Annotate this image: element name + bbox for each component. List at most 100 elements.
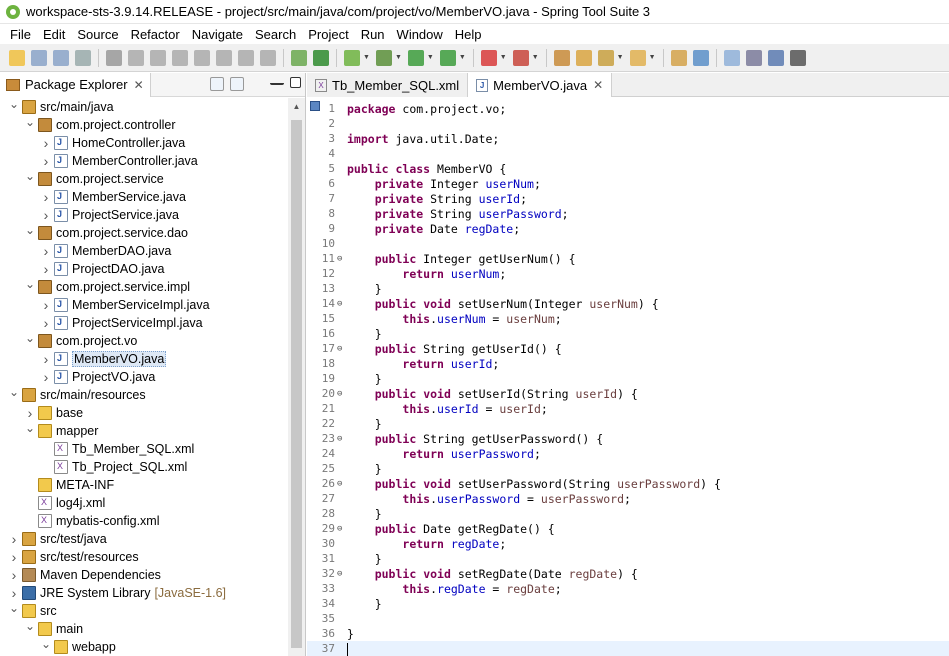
tab-package-explorer[interactable]: Package Explorer ✕ xyxy=(0,72,151,97)
highlight-icon[interactable] xyxy=(723,49,740,66)
tab-membervo-java[interactable]: J MemberVO.java ✕ xyxy=(468,73,613,97)
tree-item[interactable]: › ProjectServiceImpl.java xyxy=(0,314,288,332)
debug-icon[interactable] xyxy=(375,49,392,66)
scrollbar-thumb[interactable] xyxy=(291,120,302,648)
fold-toggle-icon[interactable]: ⊖ xyxy=(337,389,347,399)
search-icon[interactable] xyxy=(670,49,687,66)
stop-icon[interactable] xyxy=(480,49,497,66)
tree-item[interactable]: › ProjectVO.java xyxy=(0,368,288,386)
chevron-down-icon[interactable]: ⌄ xyxy=(24,619,36,633)
external-tools-icon[interactable] xyxy=(439,49,456,66)
chevron-down-icon[interactable]: ⌄ xyxy=(24,169,36,183)
step-return-icon[interactable] xyxy=(260,49,276,66)
chevron-right-icon[interactable]: › xyxy=(8,585,20,601)
chevron-down-icon[interactable]: ⌄ xyxy=(8,98,20,111)
view-menu-icon[interactable] xyxy=(250,77,264,91)
tree-item[interactable]: › Maven Dependencies xyxy=(0,566,288,584)
chevron-down-icon[interactable]: ⌄ xyxy=(24,277,36,291)
fold-toggle-icon[interactable]: ⊖ xyxy=(337,299,347,309)
open-task-icon[interactable] xyxy=(629,49,646,66)
tree-item[interactable]: ⌄ com.project.service.impl xyxy=(0,277,288,296)
tree-item[interactable]: ⌄ webapp xyxy=(0,637,288,656)
chevron-right-icon[interactable]: › xyxy=(8,549,20,565)
tree-item[interactable]: ⌄ com.project.controller xyxy=(0,115,288,134)
chevron-down-icon[interactable]: ⌄ xyxy=(8,385,20,399)
menu-item-refactor[interactable]: Refactor xyxy=(125,27,186,42)
chevron-right-icon[interactable]: › xyxy=(40,153,52,169)
tree-scrollbar[interactable]: ▲ xyxy=(288,98,305,656)
chevron-right-icon[interactable]: › xyxy=(40,189,52,205)
debug-skip-icon[interactable] xyxy=(106,49,122,66)
chevron-down-icon[interactable]: ⌄ xyxy=(24,115,36,129)
collapse-all-icon[interactable] xyxy=(210,77,224,91)
print-icon[interactable] xyxy=(75,49,91,66)
dropdown-arrow-icon[interactable]: ▼ xyxy=(427,54,434,61)
chevron-down-icon[interactable]: ⌄ xyxy=(8,601,20,615)
chevron-right-icon[interactable]: › xyxy=(40,297,52,313)
chevron-right-icon[interactable]: › xyxy=(40,315,52,331)
chevron-right-icon[interactable]: › xyxy=(40,243,52,259)
chevron-down-icon[interactable]: ⌄ xyxy=(24,223,36,237)
tree-item[interactable]: › ProjectDAO.java xyxy=(0,260,288,278)
menu-item-search[interactable]: Search xyxy=(249,27,302,42)
tree-item[interactable]: › ProjectService.java xyxy=(0,206,288,224)
chevron-down-icon[interactable]: ⌄ xyxy=(24,421,36,435)
disconnect-icon[interactable] xyxy=(194,49,210,66)
new-class-icon[interactable] xyxy=(575,49,592,66)
menu-item-window[interactable]: Window xyxy=(391,27,449,42)
chevron-right-icon[interactable]: › xyxy=(24,405,36,421)
save-all-icon[interactable] xyxy=(53,49,69,66)
scroll-up-arrow-icon[interactable]: ▲ xyxy=(288,98,305,115)
dropdown-arrow-icon[interactable]: ▼ xyxy=(532,54,539,61)
tree-item[interactable]: META-INF xyxy=(0,476,288,494)
close-icon[interactable]: ✕ xyxy=(134,78,144,92)
dropdown-arrow-icon[interactable]: ▼ xyxy=(617,54,624,61)
menu-item-navigate[interactable]: Navigate xyxy=(186,27,249,42)
tree-item[interactable]: ⌄ com.project.service xyxy=(0,169,288,188)
tree-item[interactable]: › HomeController.java xyxy=(0,134,288,152)
dropdown-arrow-icon[interactable]: ▼ xyxy=(459,54,466,61)
tree-item[interactable]: ⌄ src/main/resources xyxy=(0,385,288,404)
tree-item[interactable]: Tb_Project_SQL.xml xyxy=(0,458,288,476)
dropdown-arrow-icon[interactable]: ▼ xyxy=(363,54,370,61)
maximize-icon[interactable] xyxy=(290,77,301,88)
tree-item[interactable]: ⌄ com.project.vo xyxy=(0,331,288,350)
tree-item[interactable]: › MemberController.java xyxy=(0,152,288,170)
power-icon[interactable] xyxy=(313,49,329,66)
chevron-down-icon[interactable]: ⌄ xyxy=(40,637,52,651)
open-type-icon[interactable] xyxy=(597,49,614,66)
run-icon[interactable] xyxy=(407,49,424,66)
new-icon[interactable] xyxy=(9,49,25,66)
dropdown-arrow-icon[interactable]: ▼ xyxy=(649,54,656,61)
tree-item[interactable]: ⌄ mapper xyxy=(0,421,288,440)
tree-item[interactable]: ⌄ src/main/java xyxy=(0,98,288,116)
menu-item-source[interactable]: Source xyxy=(71,27,124,42)
tree-item[interactable]: › src/test/resources xyxy=(0,548,288,566)
annotation-icon[interactable] xyxy=(692,49,709,66)
server-icon[interactable] xyxy=(512,49,529,66)
chevron-right-icon[interactable]: › xyxy=(40,261,52,277)
menu-item-help[interactable]: Help xyxy=(449,27,488,42)
tree-item[interactable]: log4j.xml xyxy=(0,494,288,512)
tab-tb-member-sql-xml[interactable]: X Tb_Member_SQL.xml xyxy=(307,73,469,97)
tree-item[interactable]: mybatis-config.xml xyxy=(0,512,288,530)
tree-item[interactable]: › MemberVO.java xyxy=(0,350,288,368)
fold-toggle-icon[interactable]: ⊖ xyxy=(337,344,347,354)
chevron-right-icon[interactable]: › xyxy=(40,369,52,385)
fold-toggle-icon[interactable]: ⊖ xyxy=(337,254,347,264)
chevron-right-icon[interactable]: › xyxy=(8,567,20,583)
chevron-right-icon[interactable]: › xyxy=(40,207,52,223)
chevron-right-icon[interactable]: › xyxy=(40,351,52,367)
terminate-icon[interactable] xyxy=(172,49,188,66)
tree-item[interactable]: › base xyxy=(0,404,288,422)
tree-item[interactable]: › JRE System Library [JavaSE-1.6] xyxy=(0,584,288,602)
pilcrow-icon[interactable] xyxy=(789,49,806,66)
resume-icon[interactable] xyxy=(128,49,144,66)
chevron-right-icon[interactable]: › xyxy=(8,531,20,547)
chevron-right-icon[interactable]: › xyxy=(40,135,52,151)
menu-item-run[interactable]: Run xyxy=(355,27,391,42)
chevron-down-icon[interactable]: ⌄ xyxy=(24,331,36,345)
tree-item[interactable]: › src/test/java xyxy=(0,530,288,548)
dropdown-arrow-icon[interactable]: ▼ xyxy=(500,54,507,61)
step-into-icon[interactable] xyxy=(216,49,232,66)
